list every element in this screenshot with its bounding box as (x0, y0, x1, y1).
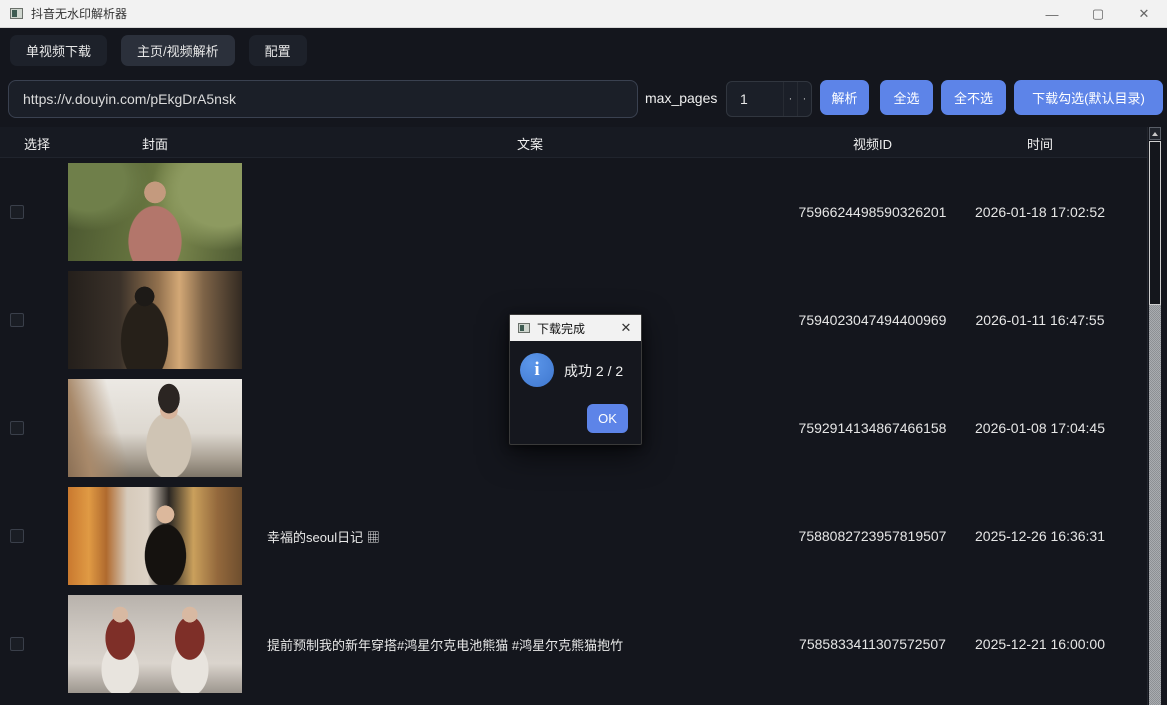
video-thumbnail[interactable] (68, 271, 242, 369)
parse-button[interactable]: 解析 (820, 80, 869, 115)
header-cover: 封面 (68, 134, 242, 153)
url-input[interactable] (8, 80, 638, 118)
app-window: 抖音无水印解析器 — ▢ ✕ 单视频下载 主页/视频解析 配置 max_page… (0, 0, 1167, 705)
toolbar: max_pages · · 解析 全选 全不选 下载勾选(默认目录) (0, 72, 1167, 124)
row-video-id: 7585833411307572507 (790, 590, 955, 698)
table-row: 幸福的seoul日记 ▦ 7588082723957819507 2025-12… (0, 482, 1147, 590)
close-button[interactable]: ✕ (1121, 0, 1167, 28)
maximize-button[interactable]: ▢ (1075, 0, 1121, 28)
row-checkbox[interactable] (10, 529, 24, 543)
spinner-up-button[interactable]: · (797, 82, 811, 116)
video-thumbnail[interactable] (68, 487, 242, 585)
dialog-body: i 成功 2 / 2 OK (510, 341, 641, 445)
max-pages-label: max_pages (645, 90, 717, 106)
scrollbar-thumb[interactable] (1149, 141, 1161, 305)
row-time: 2025-12-26 16:36:31 (960, 482, 1120, 590)
dialog-message: 成功 2 / 2 (564, 361, 623, 381)
header-caption: 文案 (250, 134, 810, 153)
window-title: 抖音无水印解析器 (31, 5, 127, 22)
row-checkbox[interactable] (10, 637, 24, 651)
dialog-ok-button[interactable]: OK (587, 404, 628, 433)
row-time: 2025-12-21 16:00:00 (960, 590, 1120, 698)
select-none-button[interactable]: 全不选 (941, 80, 1006, 115)
row-caption: 提前预制我的新年穿搭#鸿星尔克电池熊猫 #鸿星尔克熊猫抱竹 (267, 590, 772, 698)
spinner-down-button[interactable]: · (783, 82, 797, 116)
vertical-scrollbar (1147, 127, 1161, 705)
download-selected-button[interactable]: 下载勾选(默认目录) (1014, 80, 1163, 115)
row-video-id: 7596624498590326201 (790, 158, 955, 266)
minimize-button[interactable]: — (1029, 0, 1075, 28)
row-time: 2026-01-11 16:47:55 (960, 266, 1120, 374)
tab-bar: 单视频下载 主页/视频解析 配置 (0, 28, 1167, 72)
tab-config[interactable]: 配置 (249, 35, 307, 66)
download-complete-dialog: 下载完成 ✕ i 成功 2 / 2 OK (509, 314, 642, 445)
scrollbar-track[interactable] (1149, 305, 1161, 705)
tab-single-video-download[interactable]: 单视频下载 (10, 35, 107, 66)
row-caption (267, 158, 772, 266)
header-time: 时间 (960, 134, 1120, 153)
table-row: 7596624498590326201 2026-01-18 17:02:52 (0, 158, 1147, 266)
dialog-close-icon[interactable]: ✕ (617, 319, 635, 337)
select-all-button[interactable]: 全选 (880, 80, 933, 115)
header-video-id: 视频ID (790, 134, 955, 153)
row-video-id: 7592914134867466158 (790, 374, 955, 482)
max-pages-input[interactable] (727, 82, 783, 116)
header-select: 选择 (12, 134, 62, 153)
app-icon (10, 8, 23, 19)
titlebar: 抖音无水印解析器 — ▢ ✕ (0, 0, 1167, 28)
table-row: 提前预制我的新年穿搭#鸿星尔克电池熊猫 #鸿星尔克熊猫抱竹 7585833411… (0, 590, 1147, 698)
window-controls: — ▢ ✕ (1029, 0, 1167, 28)
table-header: 选择 封面 文案 视频ID 时间 (0, 127, 1147, 158)
scrollbar-up-arrow-icon[interactable] (1149, 127, 1161, 140)
row-checkbox[interactable] (10, 205, 24, 219)
video-thumbnail[interactable] (68, 163, 242, 261)
row-time: 2026-01-18 17:02:52 (960, 158, 1120, 266)
dialog-titlebar: 下载完成 ✕ (510, 315, 641, 341)
row-checkbox[interactable] (10, 313, 24, 327)
dialog-title: 下载完成 (537, 320, 585, 337)
row-time: 2026-01-08 17:04:45 (960, 374, 1120, 482)
dialog-app-icon (518, 323, 530, 333)
row-video-id: 7588082723957819507 (790, 482, 955, 590)
info-icon: i (520, 353, 554, 387)
row-caption: 幸福的seoul日记 ▦ (267, 482, 772, 590)
row-checkbox[interactable] (10, 421, 24, 435)
max-pages-spinner: · · (726, 81, 812, 117)
row-video-id: 7594023047494400969 (790, 266, 955, 374)
video-thumbnail[interactable] (68, 379, 242, 477)
video-thumbnail[interactable] (68, 595, 242, 693)
tab-homepage-video-parse[interactable]: 主页/视频解析 (121, 35, 235, 66)
